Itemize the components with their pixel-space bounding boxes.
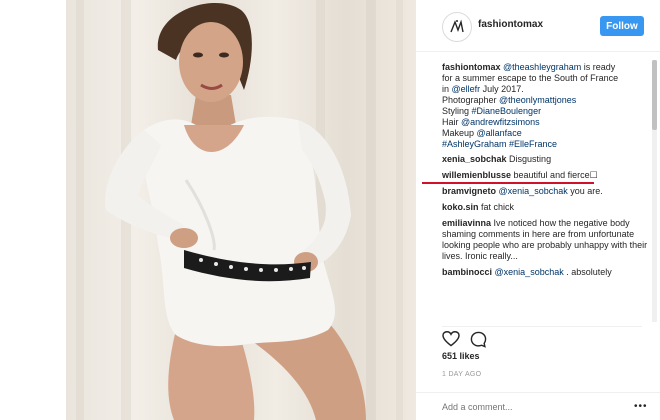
comment-mention[interactable]: @xenia_sobchak xyxy=(495,267,564,277)
post-caption: fashiontomax @theashleygraham is ready f… xyxy=(442,62,650,150)
post-timestamp: 1 DAY AGO xyxy=(442,371,482,378)
comment-mention[interactable]: @xenia_sobchak xyxy=(499,186,568,196)
comment-username[interactable]: xenia_sobchak xyxy=(442,154,507,164)
add-comment-bar: ••• xyxy=(416,392,660,420)
comments-list[interactable]: fashiontomax @theashleygraham is ready f… xyxy=(442,62,650,320)
caption-line-2: for a summer escape to the South of Fran… xyxy=(442,73,619,83)
comment-item: bramvigneto @xenia_sobchak you are. xyxy=(442,186,650,197)
comment-username[interactable]: bambinocci xyxy=(442,267,492,277)
comment-item: koko.sin fat chick xyxy=(442,202,650,213)
more-options-icon[interactable]: ••• xyxy=(634,401,648,412)
tag-styling[interactable]: #DianeBoulenger xyxy=(472,106,542,116)
comments-scrollbar[interactable] xyxy=(652,60,657,322)
comment-item: bambinocci @xenia_sobchak . absolutely xyxy=(442,267,650,278)
comment-username[interactable]: bramvigneto xyxy=(442,186,496,196)
caption-line-3-pre: in xyxy=(442,84,452,94)
comment-username[interactable]: willemienblusse xyxy=(442,170,511,180)
avatar[interactable] xyxy=(442,12,472,42)
likes-count[interactable]: 651 likes xyxy=(442,351,480,361)
follow-button[interactable]: Follow xyxy=(600,16,644,36)
makeup-label: Makeup xyxy=(442,128,477,138)
caption-hashtags[interactable]: #AshleyGraham #ElleFrance xyxy=(442,139,650,150)
post-photo-image xyxy=(76,0,403,420)
brand-logo-icon xyxy=(450,19,464,33)
post-sidebar: fashiontomax Follow fashiontomax @theash… xyxy=(416,0,660,420)
scrollbar-thumb[interactable] xyxy=(652,60,657,130)
mention-photographer[interactable]: @theonlymattjones xyxy=(499,95,576,105)
comment-item: emiliavinna Ive noticed how the negative… xyxy=(442,218,650,262)
comment-text: you are. xyxy=(567,186,603,196)
add-comment-input[interactable] xyxy=(442,398,622,416)
caption-username[interactable]: fashiontomax xyxy=(442,62,501,72)
caption-mention-graham[interactable]: @theashleygraham xyxy=(503,62,581,72)
caption-mention-ellefr[interactable]: @ellefr xyxy=(452,84,481,94)
photographer-label: Photographer xyxy=(442,95,500,105)
post-photo[interactable] xyxy=(66,0,416,420)
comment-item: xenia_sobchak Disgusting xyxy=(442,154,650,165)
hair-label: Hair xyxy=(442,117,462,127)
styling-label: Styling xyxy=(442,106,472,116)
comment-item: willemienblusse beautiful and fierce☐ xyxy=(442,170,650,181)
comment-text: Disgusting xyxy=(506,154,552,164)
comment-bubble-icon[interactable] xyxy=(470,331,487,353)
comment-text: fat chick xyxy=(478,202,515,212)
comment-text: . absolutely xyxy=(563,267,612,277)
mention-makeup[interactable]: @allanface xyxy=(477,128,522,138)
action-bar xyxy=(442,326,642,348)
caption-text-1: is ready xyxy=(581,62,616,72)
comment-text: beautiful and fierce☐ xyxy=(511,170,598,180)
red-underline-annotation xyxy=(422,182,594,184)
comment-username[interactable]: emiliavinna xyxy=(442,218,491,228)
post-header: fashiontomax Follow xyxy=(416,0,660,52)
comment-username[interactable]: koko.sin xyxy=(442,202,479,212)
mention-hair[interactable]: @andrewfitzsimons xyxy=(461,117,540,127)
caption-line-3-post: July 2017. xyxy=(480,84,524,94)
heart-icon[interactable] xyxy=(442,330,460,352)
header-username[interactable]: fashiontomax xyxy=(478,19,543,30)
